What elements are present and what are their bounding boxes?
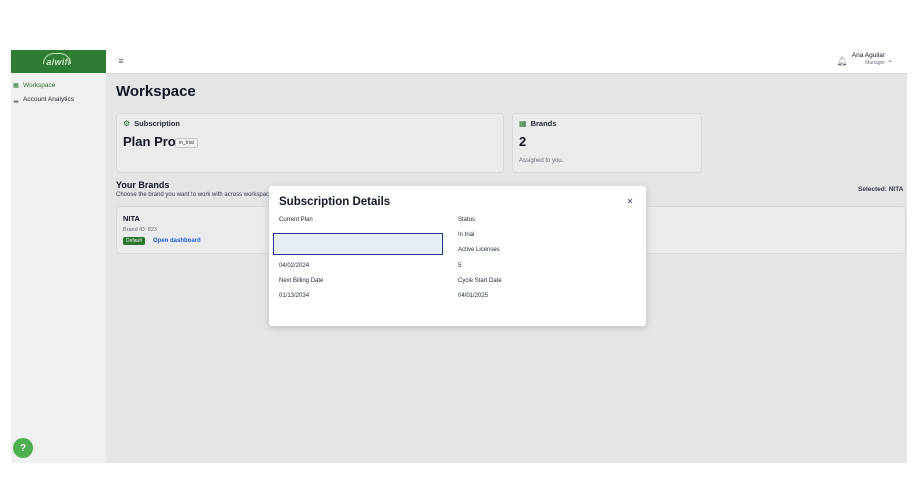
status-label: Status [458, 217, 476, 223]
help-button[interactable]: ? [13, 438, 33, 458]
logo-arc [43, 53, 71, 64]
cycle-start-label: Cycle Start Date [458, 278, 502, 284]
active-licenses-label: Active Licenses [458, 247, 500, 253]
active-licenses-value: 5 [458, 263, 462, 269]
user-name: Ana Aguilar [851, 52, 885, 59]
status-value: In trial [458, 232, 475, 238]
current-plan-label: Current Plan [279, 217, 313, 223]
next-billing-value: 01/13/2034 [279, 293, 310, 299]
modal-title: Subscription Details [279, 196, 391, 208]
hamburger-icon: ≡ [118, 56, 124, 66]
date-value: 04/02/2024 [279, 263, 310, 269]
close-icon[interactable]: ✕ [624, 195, 636, 207]
help-icon: ? [19, 442, 27, 454]
user-role: Manager [865, 60, 885, 66]
subscription-details-modal: Subscription Details ✕ Current Plan 04/0… [269, 186, 646, 326]
cycle-start-value: 04/01/2025 [458, 293, 489, 299]
top-bar: aiwifi ≡ 🔔︎ Ana Aguilar Manager ⌄ [11, 50, 907, 74]
current-plan-field[interactable] [273, 233, 443, 255]
user-menu[interactable]: Ana Aguilar Manager [849, 52, 885, 72]
sidebar-toggle-button[interactable]: ≡ [114, 54, 128, 68]
next-billing-label: Next Billing Date [279, 278, 324, 284]
logo: aiwifi [11, 50, 106, 73]
bell-icon[interactable]: 🔔︎ [836, 55, 848, 67]
chevron-down-icon[interactable]: ⌄ [887, 56, 895, 64]
